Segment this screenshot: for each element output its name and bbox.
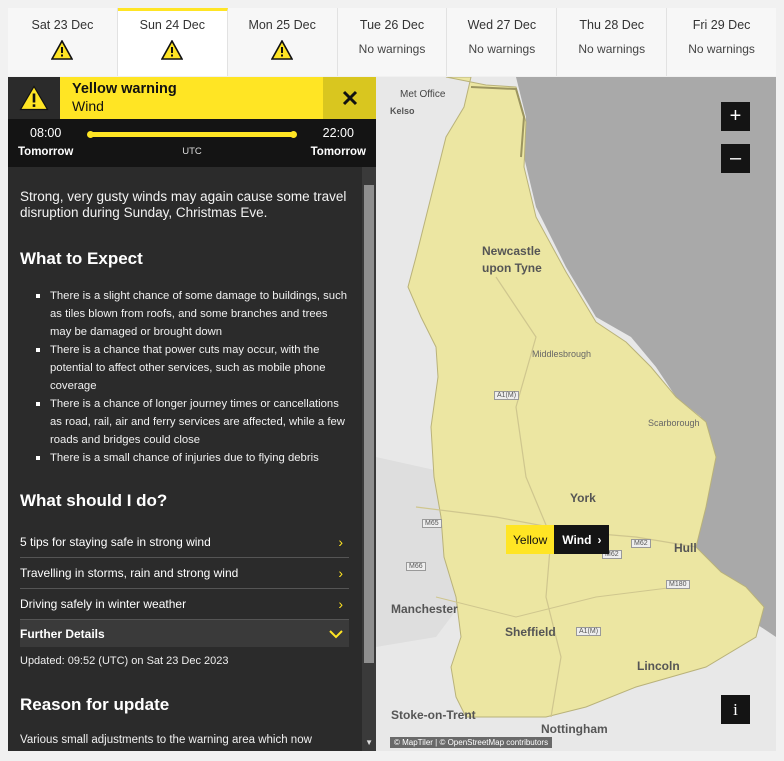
place-label: Newcastle [482, 244, 541, 258]
warning-intro: Strong, very gusty winds may again cause… [20, 189, 347, 220]
met-office-logo: Met Office [400, 89, 446, 100]
tab-fri-29-dec[interactable]: Fri 29 Dec No warnings [667, 8, 777, 76]
place-label: Kelso [390, 106, 415, 116]
scrollbar[interactable]: ▼ [362, 167, 376, 751]
scroll-down-icon[interactable]: ▼ [365, 738, 373, 747]
validity-timebar: 08:00 Tomorrow UTC 22:00 Tomorrow [8, 119, 376, 167]
road-label: M180 [666, 580, 690, 589]
start-time: 08:00 [30, 126, 62, 140]
tab-date: Fri 29 Dec [692, 18, 751, 32]
warning-triangle-icon [160, 39, 184, 63]
todo-heading: What should I do? [20, 491, 168, 510]
warning-marker[interactable]: Yellow Wind › [506, 525, 610, 554]
tab-date: Sun 24 Dec [139, 18, 205, 32]
link-label: Driving safely in winter weather [20, 597, 187, 611]
list-item: There is a small chance of injuries due … [36, 449, 349, 467]
tab-date: Wed 27 Dec [467, 18, 537, 32]
link-driving-winter[interactable]: Driving safely in winter weather › [20, 589, 349, 620]
end-day: Tomorrow [310, 146, 366, 158]
warning-triangle-icon [51, 39, 74, 63]
updated-timestamp: Updated: 09:52 (UTC) on Sat 23 Dec 2023 [20, 655, 229, 667]
link-travelling-in-storms[interactable]: Travelling in storms, rain and strong wi… [20, 558, 349, 589]
warning-header: Yellow warning Wind [8, 77, 376, 119]
marker-type: Wind [562, 532, 592, 547]
warning-type: Wind [72, 98, 104, 114]
place-label: Sheffield [505, 625, 556, 639]
link-label: Travelling in storms, rain and strong wi… [20, 566, 239, 580]
tab-date: Thu 28 Dec [579, 18, 645, 32]
road-label: M62 [631, 539, 651, 548]
warning-panel: Yellow warning Wind 08:00 Tomorrow UTC 2… [8, 77, 376, 751]
place-label: York [570, 491, 596, 505]
tab-tue-26-dec[interactable]: Tue 26 Dec No warnings [337, 8, 448, 76]
no-warnings-label: No warnings [578, 42, 646, 56]
expect-list: There is a slight chance of some damage … [20, 287, 349, 467]
chevron-right-icon: › [338, 565, 343, 581]
no-warnings-label: No warnings [688, 42, 755, 56]
advice-links: 5 tips for staying safe in strong wind ›… [20, 527, 349, 647]
reason-text: Various small adjustments to the warning… [20, 734, 312, 746]
day-tabs: Sat 23 Dec Sun 24 Dec Mon 25 Dec Tue 26 … [8, 8, 777, 76]
further-details-label: Further Details [20, 626, 105, 641]
place-label: Hull [674, 541, 697, 555]
map-canvas [376, 77, 776, 751]
scrollbar-thumb[interactable] [364, 185, 374, 663]
road-label: M66 [406, 562, 426, 571]
link-label: 5 tips for staying safe in strong wind [20, 535, 211, 549]
end-time-block: 22:00 Tomorrow [311, 126, 366, 158]
warning-triangle-icon [8, 77, 60, 119]
tab-date: Tue 26 Dec [359, 18, 425, 32]
chevron-right-icon: › [597, 532, 602, 547]
tab-wed-27-dec[interactable]: Wed 27 Dec No warnings [447, 8, 558, 76]
tab-date: Sat 23 Dec [31, 18, 94, 32]
road-label: A1(M) [494, 391, 520, 400]
info-button[interactable]: i [721, 695, 750, 724]
zoom-out-button[interactable]: – [721, 144, 750, 173]
list-item: There is a chance that power cuts may oc… [36, 341, 349, 395]
chevron-down-icon [329, 629, 343, 638]
place-label: Manchester [391, 602, 458, 616]
tab-sun-24-dec[interactable]: Sun 24 Dec [117, 8, 228, 76]
list-item: There is a slight chance of some damage … [36, 287, 349, 341]
marker-type-block: Wind › [554, 525, 610, 554]
road-label: M65 [422, 519, 442, 528]
end-time: 22:00 [322, 126, 354, 140]
warning-level: Yellow warning [72, 81, 177, 97]
further-details-toggle[interactable]: Further Details [20, 620, 349, 647]
tab-date: Mon 25 Dec [248, 18, 316, 32]
reason-heading: Reason for update [20, 695, 170, 714]
tab-mon-25-dec[interactable]: Mon 25 Dec [227, 8, 338, 76]
list-item: There is a chance of longer journey time… [36, 395, 349, 449]
place-label: upon Tyne [482, 261, 542, 275]
zoom-in-button[interactable]: + [721, 102, 750, 131]
place-label: Nottingham [541, 722, 608, 736]
place-label: Scarborough [648, 418, 700, 428]
validity-bar [87, 131, 297, 138]
warning-map[interactable]: Met Office Kelso Newcastle upon Tyne Mid… [376, 77, 776, 751]
no-warnings-label: No warnings [468, 42, 536, 56]
chevron-right-icon: › [338, 534, 343, 550]
tab-sat-23-dec[interactable]: Sat 23 Dec [8, 8, 118, 76]
close-button[interactable] [323, 77, 376, 119]
close-icon [342, 90, 357, 106]
warning-triangle-icon [270, 39, 294, 63]
chevron-right-icon: › [338, 596, 343, 612]
expect-heading: What to Expect [20, 249, 143, 268]
warning-content: Strong, very gusty winds may again cause… [8, 167, 376, 751]
place-label: Lincoln [637, 659, 680, 673]
place-label: Middlesbrough [532, 349, 592, 359]
map-attribution[interactable]: © MapTiler | © OpenStreetMap contributor… [390, 737, 553, 748]
tab-thu-28-dec[interactable]: Thu 28 Dec No warnings [557, 8, 668, 76]
road-label: A1(M) [576, 627, 602, 636]
no-warnings-label: No warnings [358, 42, 426, 56]
marker-level: Yellow [506, 525, 555, 554]
place-label: Stoke-on-Trent [391, 708, 476, 722]
link-safe-in-wind[interactable]: 5 tips for staying safe in strong wind › [20, 527, 349, 558]
